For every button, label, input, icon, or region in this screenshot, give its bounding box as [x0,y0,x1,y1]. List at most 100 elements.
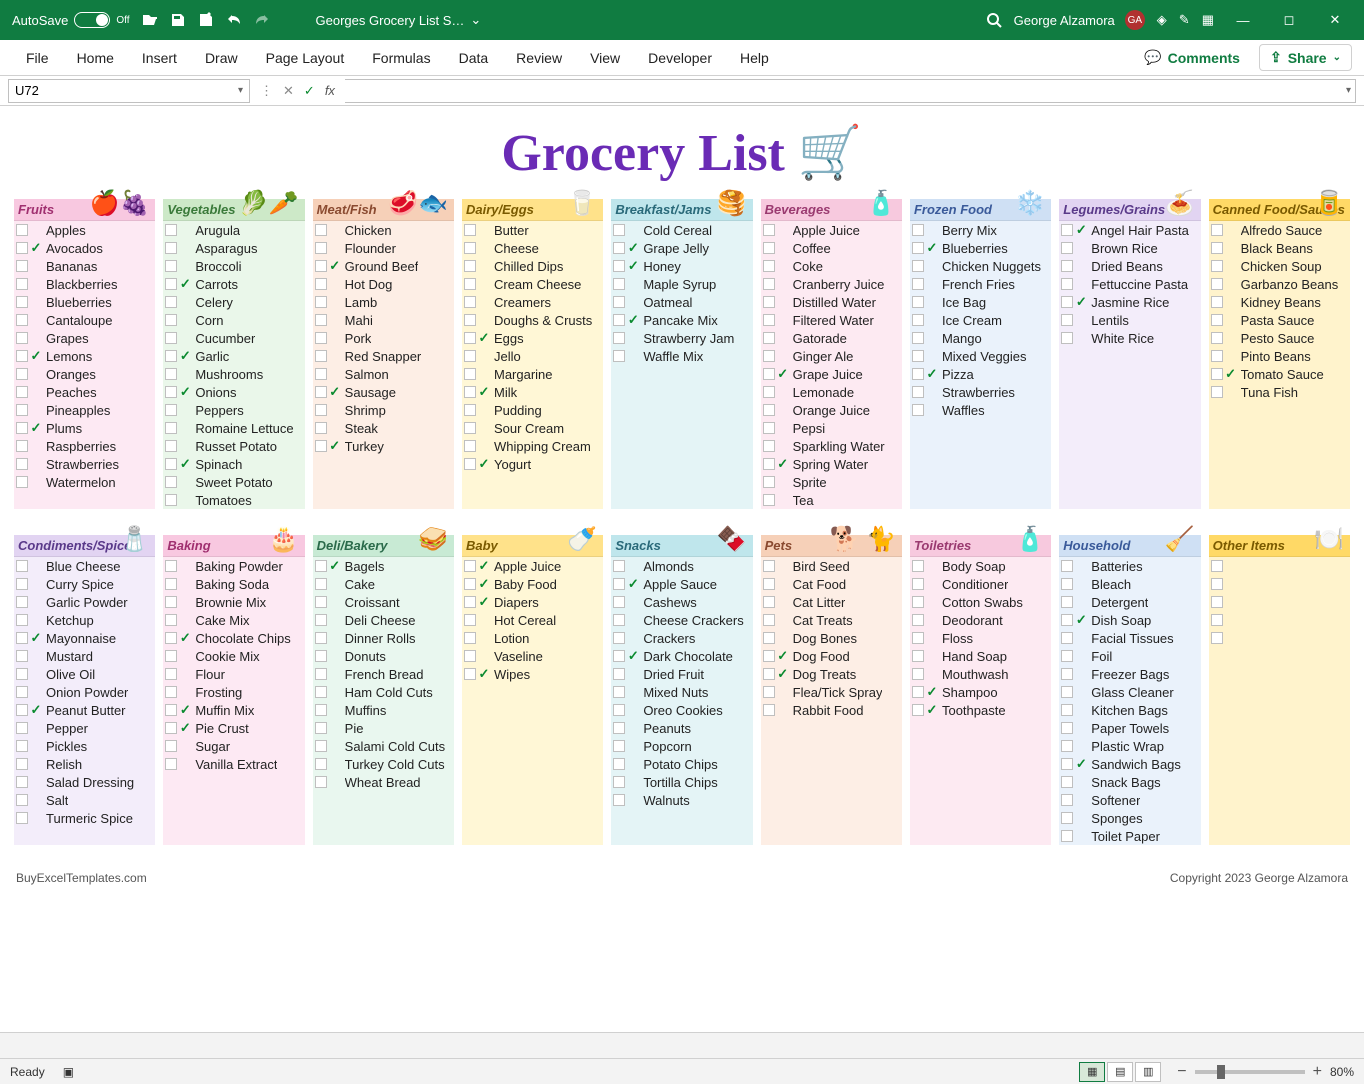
tab-file[interactable]: File [12,40,63,75]
checkbox[interactable] [763,368,775,380]
checkbox[interactable] [613,686,625,698]
checkbox[interactable] [763,440,775,452]
checkbox[interactable] [1211,596,1223,608]
checkbox[interactable] [912,368,924,380]
checkbox[interactable] [1061,296,1073,308]
formula-input[interactable]: ▾ [345,79,1356,103]
checkbox[interactable] [763,596,775,608]
checkbox[interactable] [613,614,625,626]
checkbox[interactable] [1061,704,1073,716]
checkbox[interactable] [16,794,28,806]
checkbox[interactable] [165,386,177,398]
checkbox[interactable] [613,314,625,326]
checkbox[interactable] [165,758,177,770]
checkbox[interactable] [763,224,775,236]
checkbox[interactable] [912,614,924,626]
checkbox[interactable] [315,614,327,626]
checkbox[interactable] [165,404,177,416]
checkbox[interactable] [315,314,327,326]
checkbox[interactable] [912,578,924,590]
checkbox[interactable] [1061,686,1073,698]
tab-data[interactable]: Data [445,40,503,75]
checkbox[interactable] [315,278,327,290]
checkbox[interactable] [16,812,28,824]
checkbox[interactable] [763,650,775,662]
autosave-toggle[interactable]: AutoSave Off [6,0,136,40]
checkbox[interactable] [1061,668,1073,680]
checkbox[interactable] [613,278,625,290]
undo-icon[interactable] [220,0,248,40]
checkbox[interactable] [613,632,625,644]
checkbox[interactable] [165,314,177,326]
checkbox[interactable] [315,440,327,452]
checkbox[interactable] [763,278,775,290]
checkbox[interactable] [912,596,924,608]
checkbox[interactable] [165,368,177,380]
cancel-icon[interactable]: ✕ [283,83,294,99]
checkbox[interactable] [16,458,28,470]
checkbox[interactable] [16,740,28,752]
checkbox[interactable] [464,560,476,572]
checkbox[interactable] [613,596,625,608]
checkbox[interactable] [912,650,924,662]
checkbox[interactable] [1211,386,1223,398]
checkbox[interactable] [165,332,177,344]
checkbox[interactable] [613,224,625,236]
checkbox[interactable] [315,632,327,644]
checkbox[interactable] [1061,332,1073,344]
checkbox[interactable] [613,794,625,806]
checkbox[interactable] [763,458,775,470]
checkbox[interactable] [912,350,924,362]
checkbox[interactable] [464,386,476,398]
checkbox[interactable] [763,578,775,590]
checkbox[interactable] [165,242,177,254]
checkbox[interactable] [912,278,924,290]
checkbox[interactable] [315,722,327,734]
checkbox[interactable] [1211,368,1223,380]
checkbox[interactable] [16,560,28,572]
checkbox[interactable] [613,776,625,788]
checkbox[interactable] [315,578,327,590]
checkbox[interactable] [165,740,177,752]
checkbox[interactable] [464,578,476,590]
tab-page-layout[interactable]: Page Layout [252,40,359,75]
checkbox[interactable] [16,704,28,716]
checkbox[interactable] [16,578,28,590]
checkbox[interactable] [1211,242,1223,254]
checkbox[interactable] [613,560,625,572]
checkbox[interactable] [1061,224,1073,236]
checkbox[interactable] [912,314,924,326]
checkbox[interactable] [1211,260,1223,272]
tab-draw[interactable]: Draw [191,40,252,75]
checkbox[interactable] [1061,632,1073,644]
checkbox[interactable] [165,224,177,236]
checkbox[interactable] [613,704,625,716]
checkbox[interactable] [16,476,28,488]
checkbox[interactable] [16,260,28,272]
save-icon[interactable] [164,0,192,40]
checkbox[interactable] [613,668,625,680]
checkbox[interactable] [1061,560,1073,572]
checkbox[interactable] [1211,632,1223,644]
checkbox[interactable] [165,458,177,470]
checkbox[interactable] [613,350,625,362]
checkbox[interactable] [315,650,327,662]
brush-icon[interactable]: ✎ [1173,0,1196,40]
checkbox[interactable] [763,404,775,416]
minimize-button[interactable]: — [1220,0,1266,40]
checkbox[interactable] [613,578,625,590]
checkbox[interactable] [912,560,924,572]
checkbox[interactable] [165,476,177,488]
checkbox[interactable] [16,422,28,434]
checkbox[interactable] [464,422,476,434]
checkbox[interactable] [165,686,177,698]
share-button[interactable]: ⇪ Share ⌄ [1259,44,1352,71]
checkbox[interactable] [763,350,775,362]
toggle-off-icon[interactable] [74,12,110,28]
open-icon[interactable] [136,0,164,40]
checkbox[interactable] [1061,242,1073,254]
checkbox[interactable] [763,476,775,488]
checkbox[interactable] [315,368,327,380]
checkbox[interactable] [613,242,625,254]
checkbox[interactable] [912,704,924,716]
